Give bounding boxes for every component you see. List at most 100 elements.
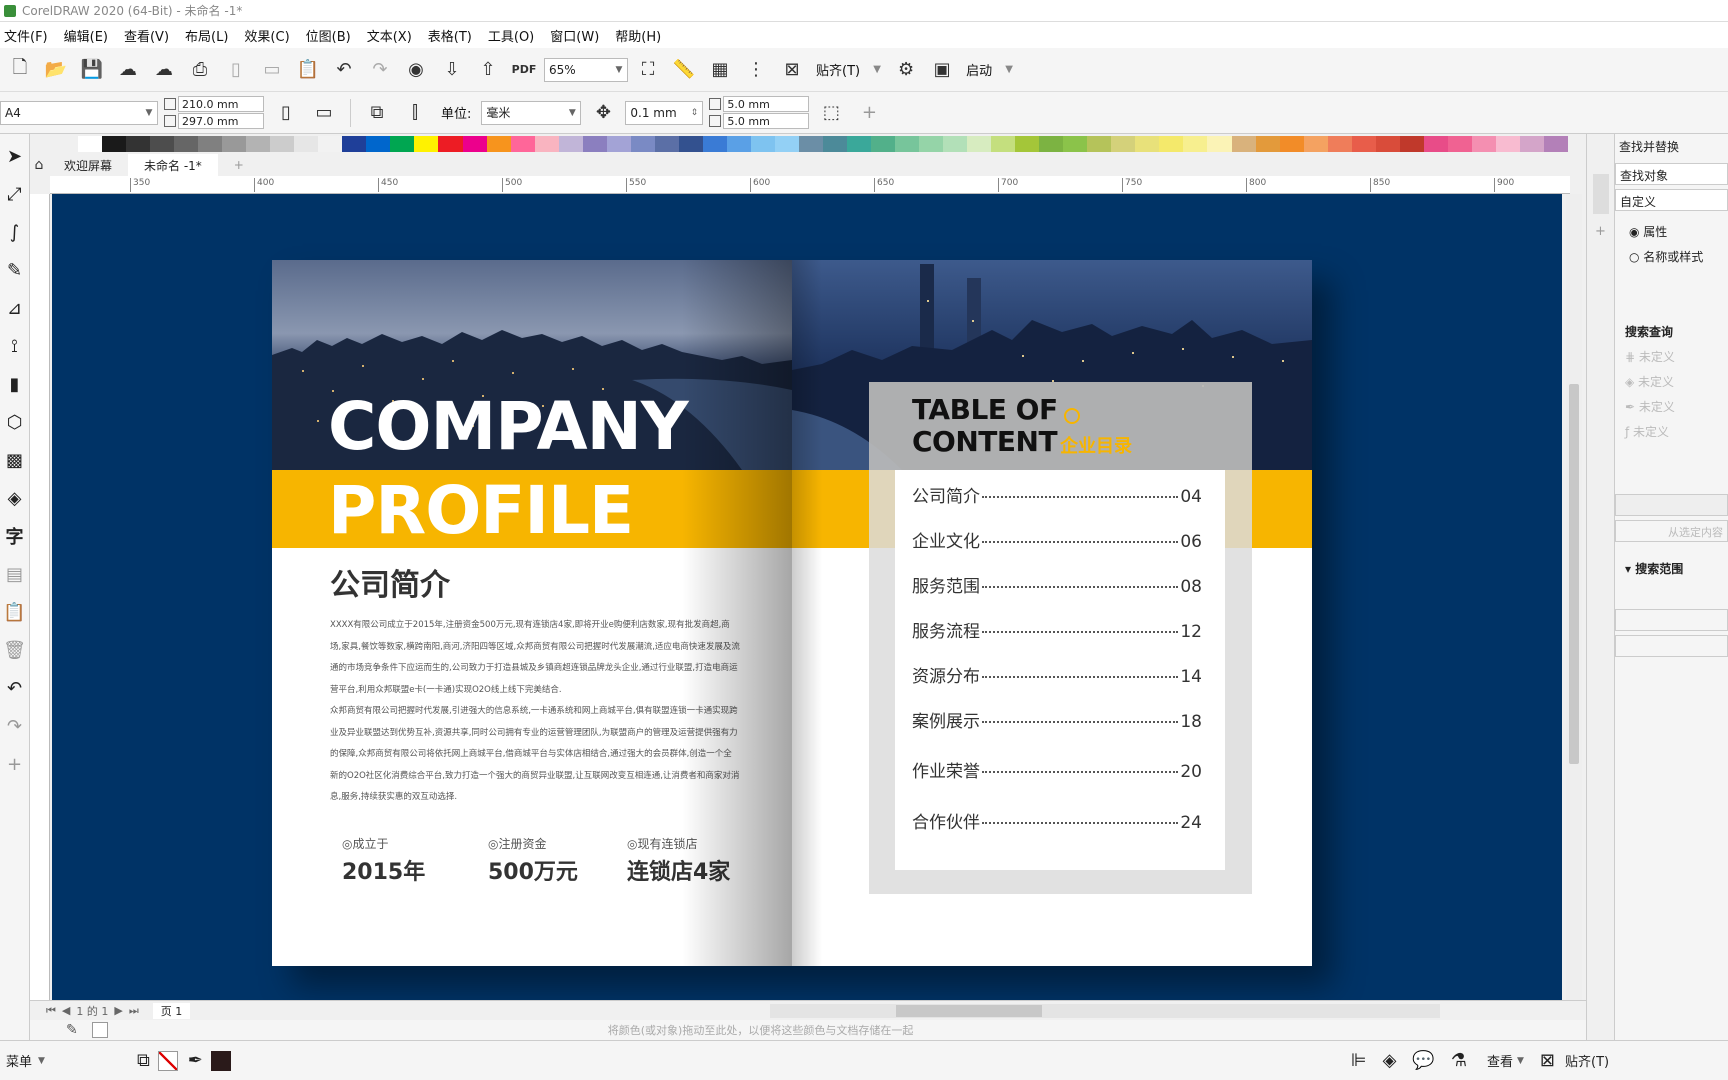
toc-item[interactable]: 服务范围 08 [912,572,1202,597]
color-swatch[interactable] [1519,136,1544,152]
new-document-icon[interactable]: 🗋 [4,54,36,86]
color-swatch[interactable] [822,136,847,152]
pick-tool-icon[interactable]: ➤ [2,140,28,172]
text-tool-icon[interactable]: 字 [2,520,28,552]
copy-icon[interactable]: ▭ [256,54,288,86]
pen-nib-icon[interactable]: ✒ [188,1050,203,1071]
plus-icon[interactable]: + [2,748,28,780]
page-frame-icon[interactable]: ⬚ [815,97,847,129]
transparency-tool-icon[interactable]: ▩ [2,444,28,476]
status-menu[interactable]: 菜单 [6,1051,32,1070]
chevron-down-icon[interactable]: ▼ [1517,1056,1524,1066]
table-tool-icon[interactable]: ▤ [2,558,28,590]
query-item-undefined[interactable]: ✒ 未定义 [1615,394,1728,419]
full-screen-icon[interactable]: ⛶ [632,54,664,86]
color-swatch[interactable] [1327,136,1352,152]
color-swatch[interactable] [318,136,343,152]
chevron-down-icon[interactable]: ▼ [868,54,886,86]
toc-title[interactable]: TABLE OF CONTENT [912,394,1058,458]
print-icon[interactable]: ⎙ [184,54,216,86]
corel-connect-icon[interactable]: ◉ [400,54,432,86]
chevron-down-icon[interactable]: ▼ [1000,54,1018,86]
cover-title-company[interactable]: COMPANY [328,388,689,465]
color-swatch[interactable] [1207,136,1232,152]
plus-icon[interactable]: + [1593,224,1608,239]
toc-item[interactable]: 作业荣誉 20 [912,757,1202,782]
menu-edit[interactable]: 编辑(E) [60,26,120,45]
gear-icon[interactable]: ⚙ [890,54,922,86]
horizontal-scrollbar[interactable] [770,1003,1441,1018]
toc-item[interactable]: 服务流程 12 [912,617,1202,642]
color-swatch[interactable] [102,136,127,152]
color-swatch[interactable] [991,136,1016,152]
find-objects-combo[interactable]: 查找对象 [1615,163,1728,185]
vertical-scroll-thumb[interactable] [1569,384,1579,764]
vertical-scrollbar[interactable] [1566,194,1582,1000]
horizontal-ruler[interactable]: 350 400 450 500 550 600 650 700 750 800 850 900 [50,176,1570,194]
fill-swatch-none[interactable] [157,1050,178,1071]
color-swatch[interactable] [798,136,823,152]
color-swatch[interactable] [1543,136,1568,152]
color-swatch[interactable] [462,136,487,152]
color-swatch[interactable] [222,136,247,152]
snap-off-icon[interactable]: ⊠ [776,54,808,86]
right-page[interactable]: TABLE OF CONTENT 企业目录 公司简介 04 企业文化 06 服务范围… [792,260,1312,966]
color-swatch[interactable] [606,136,631,152]
parallel-dimension-icon[interactable]: ⊿ [2,292,28,324]
page-tab-1[interactable]: 页 1 [152,1002,191,1019]
color-swatch[interactable] [1495,136,1520,152]
zoom-level-combo[interactable]: 65% ▼ [544,57,628,82]
color-swatch[interactable] [702,136,727,152]
menu-bitmap[interactable]: 位图(B) [302,26,363,45]
color-swatch[interactable] [1015,136,1040,152]
artistic-media-icon[interactable]: ✎ [2,254,28,286]
save-icon[interactable]: 💾 [76,54,108,86]
color-swatch[interactable] [270,136,295,152]
open-folder-icon[interactable]: 📂 [40,54,72,86]
first-page-icon[interactable]: ⏮ [46,1004,56,1018]
color-swatch[interactable] [1303,136,1328,152]
color-swatch[interactable] [438,136,463,152]
color-swatch[interactable] [78,136,103,152]
color-swatch[interactable] [1375,136,1400,152]
cover-title-profile[interactable]: PROFILE [328,472,634,549]
color-swatch[interactable] [366,136,391,152]
color-swatch[interactable] [847,136,872,152]
color-swatch[interactable] [871,136,896,152]
status-snap[interactable]: 贴齐(T) [1565,1051,1609,1070]
horizontal-scroll-thumb[interactable] [896,1004,1043,1017]
cloud-download-icon[interactable]: ☁ [112,54,144,86]
show-rulers-icon[interactable]: 📏 [668,54,700,86]
color-swatch[interactable] [895,136,920,152]
toc-item[interactable]: 案例展示 18 [912,707,1202,732]
color-swatch[interactable] [943,136,968,152]
color-swatch[interactable] [174,136,199,152]
last-page-icon[interactable]: ⏭ [129,1004,139,1018]
chevron-down-icon[interactable]: ▼ [38,1056,45,1066]
home-icon[interactable]: ⌂ [30,149,48,181]
intro-paragraphs[interactable]: XXXX有限公司成立于2015年,注册资金500万元,现有连锁店4家,即将开业e… [330,615,740,809]
inspector-icon[interactable]: ⚗ [1451,1050,1467,1071]
color-swatch[interactable] [1471,136,1496,152]
drawing-canvas[interactable]: COMPANY PROFILE 公司简介 XXXX有限公司成立于2015年,注册… [52,194,1562,1000]
page-height-field[interactable]: 297.0 mm [178,113,264,129]
color-swatch[interactable] [1183,136,1208,152]
paste-icon[interactable]: 📋 [292,54,324,86]
docker-tab-find-replace[interactable] [1593,174,1609,214]
color-swatch[interactable] [414,136,439,152]
status-view[interactable]: 查看 [1487,1051,1513,1070]
color-swatch[interactable] [1399,136,1424,152]
color-swatch[interactable] [198,136,223,152]
color-swatch[interactable] [126,136,151,152]
tab-current-document[interactable]: 未命名 -1* [128,154,218,176]
undo-icon[interactable]: ↶ [328,54,360,86]
menu-effects[interactable]: 效果(C) [240,26,301,45]
landscape-icon[interactable]: ▭ [308,97,340,129]
query-item-undefined[interactable]: ◈ 未定义 [1615,369,1728,394]
menu-view[interactable]: 查看(V) [120,26,181,45]
left-page[interactable]: COMPANY PROFILE 公司简介 XXXX有限公司成立于2015年,注册… [272,260,792,966]
delete-icon[interactable]: 🗑 [2,634,28,666]
color-swatch[interactable] [558,136,583,152]
all-pages-icon[interactable]: ⧉ [361,97,393,129]
color-swatch[interactable] [390,136,415,152]
